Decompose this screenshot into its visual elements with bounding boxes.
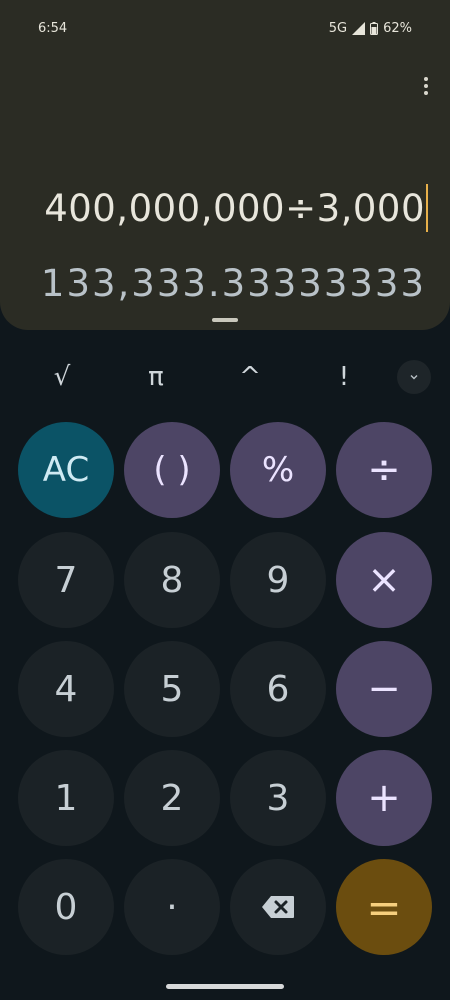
digit-6-button[interactable]: 6 [230, 641, 326, 737]
more-options-icon[interactable] [414, 74, 438, 98]
minus-button[interactable]: − [336, 641, 432, 737]
backspace-button[interactable] [230, 859, 326, 955]
battery-label: 62% [383, 21, 412, 36]
backspace-icon [262, 896, 294, 918]
status-time: 6:54 [38, 21, 68, 36]
display-panel: 6:54 5G 62% 400,000,000÷3,000 133,333.33… [0, 0, 450, 330]
network-label: 5G [328, 21, 348, 36]
battery-icon [370, 22, 379, 35]
factorial-button[interactable]: ! [314, 350, 374, 404]
plus-button[interactable]: + [336, 750, 432, 846]
divide-button[interactable]: ÷ [336, 422, 432, 518]
signal-icon [352, 22, 366, 35]
sqrt-button[interactable]: √ [32, 350, 92, 404]
status-bar: 6:54 5G 62% [0, 0, 450, 56]
percent-button[interactable]: % [230, 422, 326, 518]
expression-text: 400,000,000÷3,000 [44, 186, 425, 230]
digit-4-button[interactable]: 4 [18, 641, 114, 737]
decimal-button[interactable]: · [124, 859, 220, 955]
calculator-screen: 6:54 5G 62% 400,000,000÷3,000 133,333.33… [0, 0, 450, 1000]
status-indicators: 5G 62% [329, 21, 412, 36]
gesture-nav-bar[interactable] [166, 984, 284, 989]
equals-button[interactable]: = [336, 859, 432, 955]
history-drag-handle[interactable] [212, 318, 238, 322]
power-button[interactable]: ^ [220, 350, 280, 404]
digit-2-button[interactable]: 2 [124, 750, 220, 846]
digit-5-button[interactable]: 5 [124, 641, 220, 737]
expand-scientific-button[interactable] [397, 360, 431, 394]
result-preview: 133,333.33333333 [40, 262, 426, 305]
digit-3-button[interactable]: 3 [230, 750, 326, 846]
multiply-button[interactable]: × [336, 532, 432, 628]
chevron-down-icon [410, 375, 418, 380]
parentheses-button[interactable]: ( ) [124, 422, 220, 518]
digit-0-button[interactable]: 0 [18, 859, 114, 955]
digit-9-button[interactable]: 9 [230, 532, 326, 628]
digit-1-button[interactable]: 1 [18, 750, 114, 846]
scientific-row: √ π ^ ! [0, 350, 450, 404]
pi-button[interactable]: π [126, 350, 186, 404]
digit-7-button[interactable]: 7 [18, 532, 114, 628]
expression-field[interactable]: 400,000,000÷3,000 [44, 184, 428, 232]
all-clear-button[interactable]: AC [18, 422, 114, 518]
digit-8-button[interactable]: 8 [124, 532, 220, 628]
text-cursor [426, 184, 428, 232]
